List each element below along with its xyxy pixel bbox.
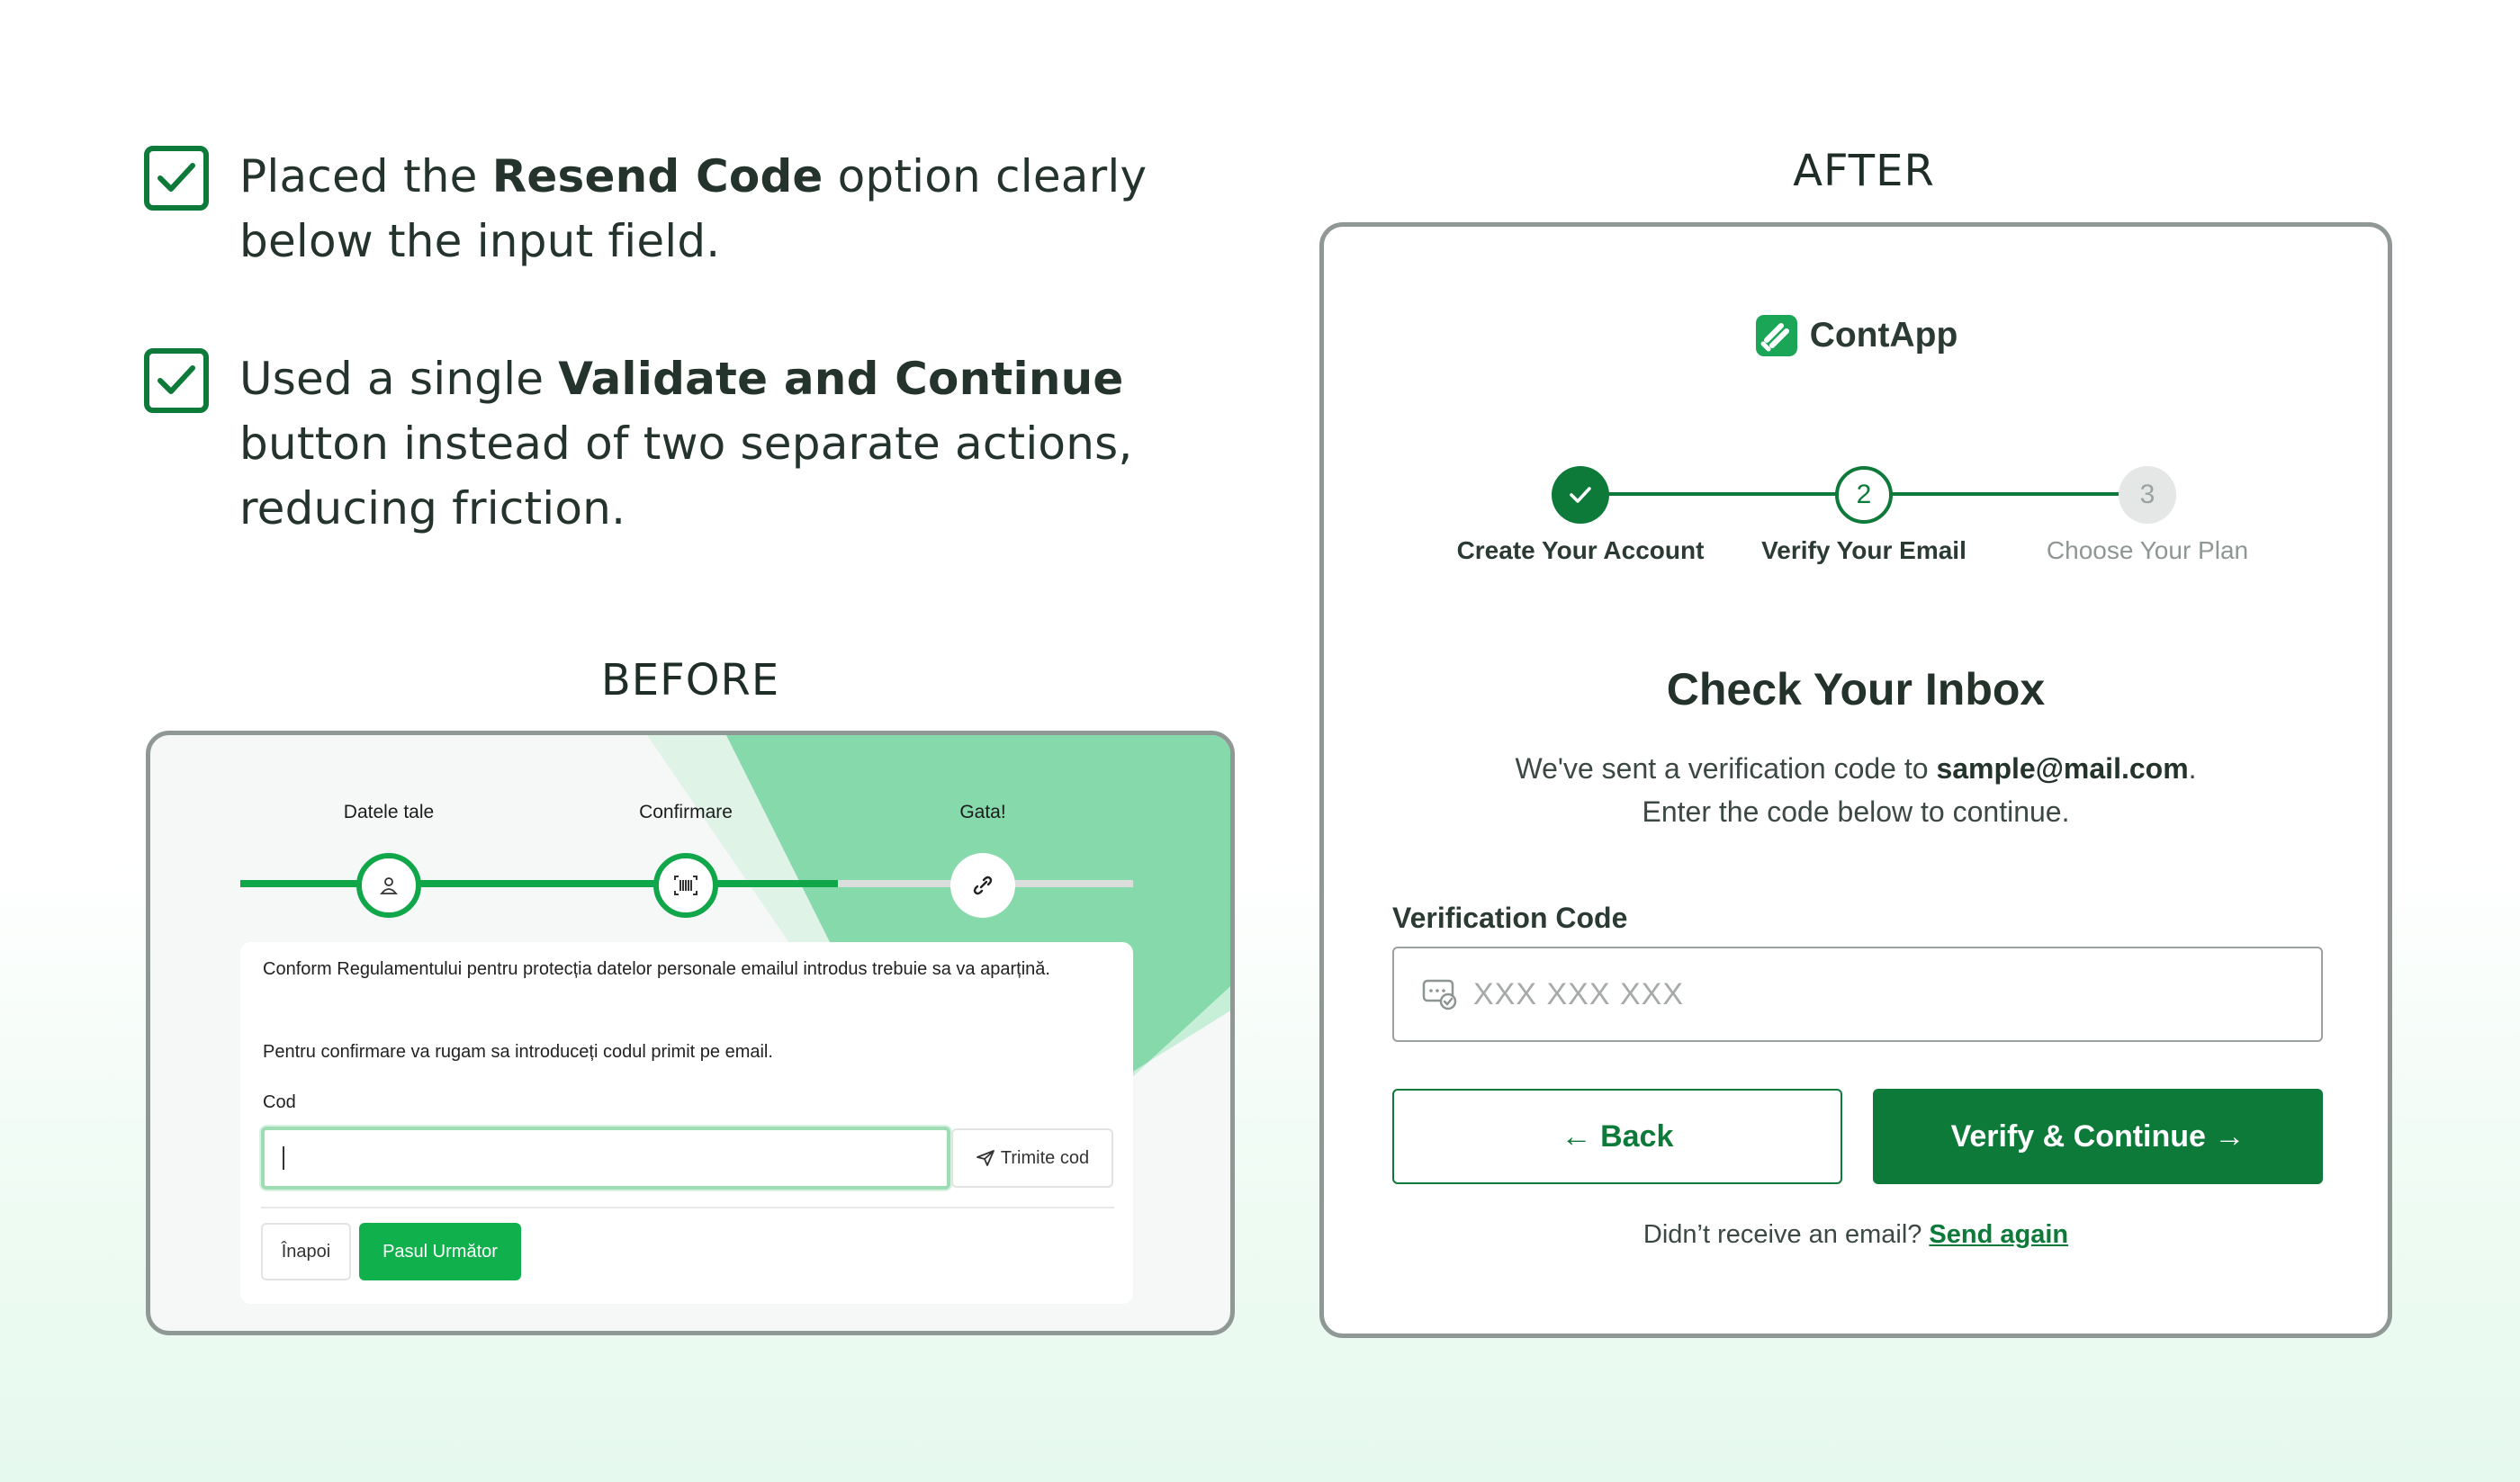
gdpr-paragraph: Conform Regulamentului pentru protecția … <box>263 959 1050 979</box>
barcode-icon <box>674 876 698 895</box>
checkbox-check-icon <box>144 348 209 413</box>
verification-code-label: Verification Code <box>1392 902 1628 934</box>
note-text: Placed the Resend Code option clearly be… <box>239 150 1148 267</box>
send-icon <box>976 1150 994 1166</box>
arrow-right-icon: → <box>2205 1118 2246 1154</box>
step-current-node: 2 <box>1835 466 1893 524</box>
step-node-datele-tale[interactable] <box>356 853 421 918</box>
check-icon <box>1570 487 1591 503</box>
text-caret <box>283 1146 284 1170</box>
before-label: BEFORE <box>600 655 780 705</box>
before-screenshot: Datele tale Confirmare Gata! Conform Reg… <box>146 731 1235 1335</box>
next-step-button[interactable]: Pasul Următor <box>359 1223 521 1280</box>
back-button[interactable]: Înapoi <box>261 1223 351 1280</box>
code-label: Cod <box>263 1092 296 1112</box>
instructions: We've sent a verification code to sample… <box>1515 752 2197 828</box>
step-node-gata[interactable] <box>950 853 1015 918</box>
stepper-line-1 <box>1597 492 1849 496</box>
verification-code-input[interactable] <box>1473 976 2283 1012</box>
send-code-button[interactable]: Trimite cod <box>951 1128 1113 1188</box>
code-input[interactable] <box>261 1127 950 1190</box>
step-node-confirmare[interactable] <box>653 853 718 918</box>
divider <box>261 1207 1114 1208</box>
step-label-choose-plan: Choose Your Plan <box>2046 536 2249 564</box>
send-again-link[interactable]: Send again <box>1929 1220 2068 1249</box>
brand-name: ContApp <box>1809 316 1958 355</box>
arrow-left-icon: ← <box>1561 1118 1601 1154</box>
verification-code-field[interactable] <box>1392 947 2323 1042</box>
email-address: sample@mail.com <box>1936 752 2189 785</box>
verify-continue-button[interactable]: Verify & Continue → <box>1873 1089 2323 1184</box>
contapp-logo-icon <box>1755 315 1797 356</box>
step-label-confirmare: Confirmare <box>639 802 733 822</box>
page-title: Check Your Inbox <box>1666 664 2046 714</box>
step-label-datele-tale: Datele tale <box>343 802 435 822</box>
progress-fill <box>240 880 838 887</box>
brand-logo: ContApp <box>1324 313 2388 358</box>
instruction-paragraph: Pentru confirmare va rugam sa introduceț… <box>263 1042 773 1062</box>
step-todo-node: 3 <box>2119 466 2176 524</box>
note-single-button: Used a single Validate and Continue butt… <box>144 346 1206 541</box>
stepper-line-2 <box>1879 492 2131 496</box>
back-button[interactable]: ← Back <box>1392 1089 1842 1184</box>
note-text: Used a single Validate and Continue butt… <box>239 353 1133 534</box>
link-icon <box>973 876 993 895</box>
step-done-node <box>1552 466 1609 524</box>
after-screenshot: ContApp 2 3 Create Your Account Verify Y… <box>1319 222 2392 1338</box>
after-label: AFTER <box>1793 146 1935 196</box>
confirmation-card: Conform Regulamentului pentru protecția … <box>240 942 1133 1304</box>
code-badge-icon <box>1422 979 1457 1010</box>
back-label: Back <box>1600 1118 1674 1154</box>
step-label-create-account: Create Your Account <box>1456 536 1705 564</box>
resend-row: Didn’t receive an email? Send again <box>1324 1220 2388 1250</box>
send-code-label: Trimite cod <box>1000 1147 1090 1168</box>
note-resend-code: Placed the Resend Code option clearly be… <box>144 144 1206 274</box>
resend-prompt: Didn’t receive an email? <box>1642 1220 1922 1249</box>
checkbox-check-icon <box>144 146 209 211</box>
verify-label: Verify & Continue <box>1950 1118 2206 1154</box>
step-label-gata: Gata! <box>959 802 1006 822</box>
step-label-verify-email: Verify Your Email <box>1761 536 1966 564</box>
user-icon <box>380 877 398 894</box>
